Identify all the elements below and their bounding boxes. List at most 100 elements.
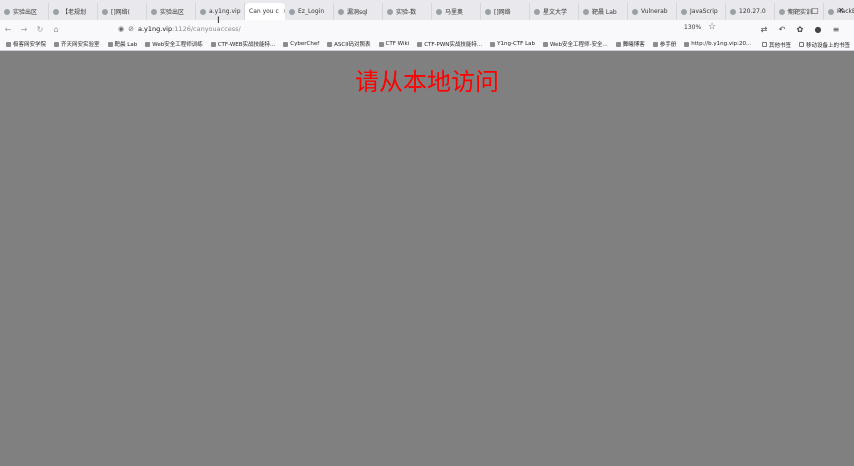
lock-icon: ⊘ — [128, 25, 134, 33]
puzzle-icon[interactable]: ✿ — [792, 21, 808, 37]
tab[interactable]: Can you c× — [245, 3, 285, 20]
extension-icon[interactable]: ⇄ — [756, 21, 772, 37]
bookmark-icon — [54, 41, 60, 47]
tab[interactable]: 【老规划 — [49, 3, 98, 20]
bookmark-icon — [6, 41, 11, 47]
folder-icon — [761, 42, 767, 47]
tab[interactable]: 靶晨 Lab — [579, 3, 628, 20]
favicon-icon — [289, 8, 295, 15]
minimize-button[interactable]: – — [776, 0, 802, 20]
bookmarks-bar: 极客网安学院 齐天网安实验室 靶晨 Lab Web安全工程师训练 CTF-WEB实战技能… — [0, 38, 854, 51]
tab-label: Vulnerab — [641, 8, 668, 15]
bookmark-label: Web安全工程师训练 — [152, 42, 203, 48]
tab-label: 漏洞sql — [347, 9, 368, 16]
bookmark-item[interactable]: Web安全工程师-安全... — [543, 40, 608, 48]
favicon-icon — [4, 8, 10, 15]
mouse-cursor-icon: I — [217, 16, 220, 26]
back-button[interactable]: ← — [0, 21, 16, 37]
favicon-icon — [53, 8, 59, 15]
browser-window: 实验出区 【老规划 []网络( 实验出区 a.y1ng.vip Can you c× Ez_… — [0, 0, 854, 466]
tab-strip: 实验出区 【老规划 []网络( 实验出区 a.y1ng.vip Can you c× Ez_… — [0, 0, 854, 20]
favicon-icon — [632, 8, 638, 15]
bookmark-label: 参手册 — [659, 42, 677, 48]
tab[interactable]: Vulnerab — [628, 3, 677, 20]
tab[interactable]: Ez_Login — [285, 3, 334, 20]
bookmark-item[interactable]: CTF Wiki — [378, 41, 410, 47]
bookmark-folder-label: 其他书签 — [768, 42, 791, 49]
address-bar[interactable]: ◉ ⊘ a.y1ng.vip :1126/canyouaccess/ — [118, 22, 722, 36]
bookmark-icon — [283, 41, 289, 47]
bookmark-star-icon[interactable]: ☆ — [708, 22, 716, 32]
tab[interactable]: 马里奥 — [432, 3, 481, 20]
tab-label: Ez_Login — [298, 8, 325, 15]
tab[interactable]: 漏洞sql — [334, 3, 383, 20]
undo-icon[interactable]: ↶ — [774, 21, 790, 37]
favicon-icon — [681, 8, 687, 15]
other-bookmarks-folder[interactable]: 其他书签 — [761, 41, 791, 49]
tab-label: 【老规划 — [62, 9, 87, 16]
access-notice: 请从本地访问 — [355, 68, 499, 96]
tab-label: 实验出区 — [160, 9, 185, 16]
window-controls: – ▢ ✕ — [776, 0, 854, 20]
bookmark-label: http://b.y1ng.vip:20... — [691, 41, 752, 47]
tab[interactable]: 实验出区 — [0, 3, 49, 20]
reload-button[interactable]: ↻ — [32, 21, 48, 37]
bookmark-label: ASCII码对照表 — [334, 42, 371, 48]
bookmark-label: Y1ng-CTF Lab — [497, 41, 536, 47]
tab[interactable]: []网络( — [98, 3, 147, 20]
tab[interactable]: a.y1ng.vip — [196, 3, 245, 20]
bookmark-item[interactable]: CTF-WEB实战技能特... — [210, 40, 275, 48]
bookmark-label: CyberChef — [290, 41, 320, 47]
bookmark-item[interactable]: 极客网安学院 — [6, 40, 46, 48]
bookmark-item[interactable]: 参手册 — [652, 40, 677, 48]
bookmark-item[interactable]: Web安全工程师训练 — [145, 40, 203, 48]
bookmark-folder-label: 移动设备上的书签 — [805, 42, 850, 49]
tab[interactable]: 实验出区 — [147, 3, 196, 20]
tab-label: 实验-数 — [396, 9, 417, 16]
bookmark-label: Web安全工程师-安全... — [550, 42, 608, 48]
bookmark-item[interactable]: 齐天网安实验室 — [54, 40, 100, 48]
maximize-button[interactable]: ▢ — [802, 0, 828, 20]
bookmark-label: CTF Wiki — [385, 41, 410, 47]
bookmark-item[interactable]: 靶晨 Lab — [107, 40, 138, 48]
bookmark-label: 舞曦博客 — [622, 42, 645, 48]
bookmark-item[interactable]: CTF-PWN实战技能特... — [417, 40, 482, 48]
tab[interactable]: 120.27.0 — [726, 3, 775, 20]
bookmark-icon — [107, 41, 113, 47]
favicon-icon — [102, 8, 108, 15]
tab-label: 实验出区 — [13, 9, 38, 16]
mobile-bookmarks-folder[interactable]: 移动设备上的书签 — [798, 41, 850, 49]
tab[interactable]: []网络 — [481, 3, 530, 20]
close-window-button[interactable]: ✕ — [828, 0, 854, 20]
tab[interactable]: JavaScrip — [677, 3, 726, 20]
zoom-indicator[interactable]: 130% — [684, 24, 701, 31]
tab-label: 星文大学 — [543, 9, 568, 16]
bookmarks-right: 其他书签 移动设备上的书签 — [761, 38, 850, 50]
settings-icon[interactable]: ● — [810, 21, 826, 37]
favicon-icon — [583, 8, 589, 15]
bookmark-item[interactable]: http://b.y1ng.vip:20... — [684, 41, 751, 47]
bookmark-icon — [145, 41, 151, 47]
tab[interactable]: 实验-数 — [383, 3, 432, 20]
bookmark-item[interactable]: ASCII码对照表 — [327, 40, 371, 48]
bookmark-icon — [615, 41, 621, 47]
tab[interactable]: 星文大学 — [530, 3, 579, 20]
bookmark-item[interactable]: 舞曦博客 — [615, 40, 645, 48]
bookmark-label: 齐天网安实验室 — [61, 42, 100, 48]
favicon-icon — [534, 8, 540, 15]
bookmark-item[interactable]: Y1ng-CTF Lab — [490, 41, 535, 47]
bookmark-label: 靶晨 Lab — [114, 42, 138, 48]
bookmark-label: CTF-PWN实战技能特... — [424, 42, 483, 48]
bookmark-item[interactable]: CyberChef — [283, 41, 319, 47]
home-button[interactable]: ⌂ — [48, 21, 64, 37]
page-content: 请从本地访问 — [0, 52, 854, 466]
forward-button[interactable]: → — [16, 21, 32, 37]
bookmark-icon — [543, 41, 549, 47]
menu-icon[interactable]: ≡ — [828, 21, 844, 37]
shield-icon: ◉ — [118, 25, 125, 33]
tab-label: []网络( — [111, 9, 131, 16]
favicon-icon — [730, 8, 736, 15]
folder-icon — [798, 42, 804, 47]
tab-label: 靶晨 Lab — [592, 9, 617, 16]
bookmark-icon — [327, 41, 333, 47]
